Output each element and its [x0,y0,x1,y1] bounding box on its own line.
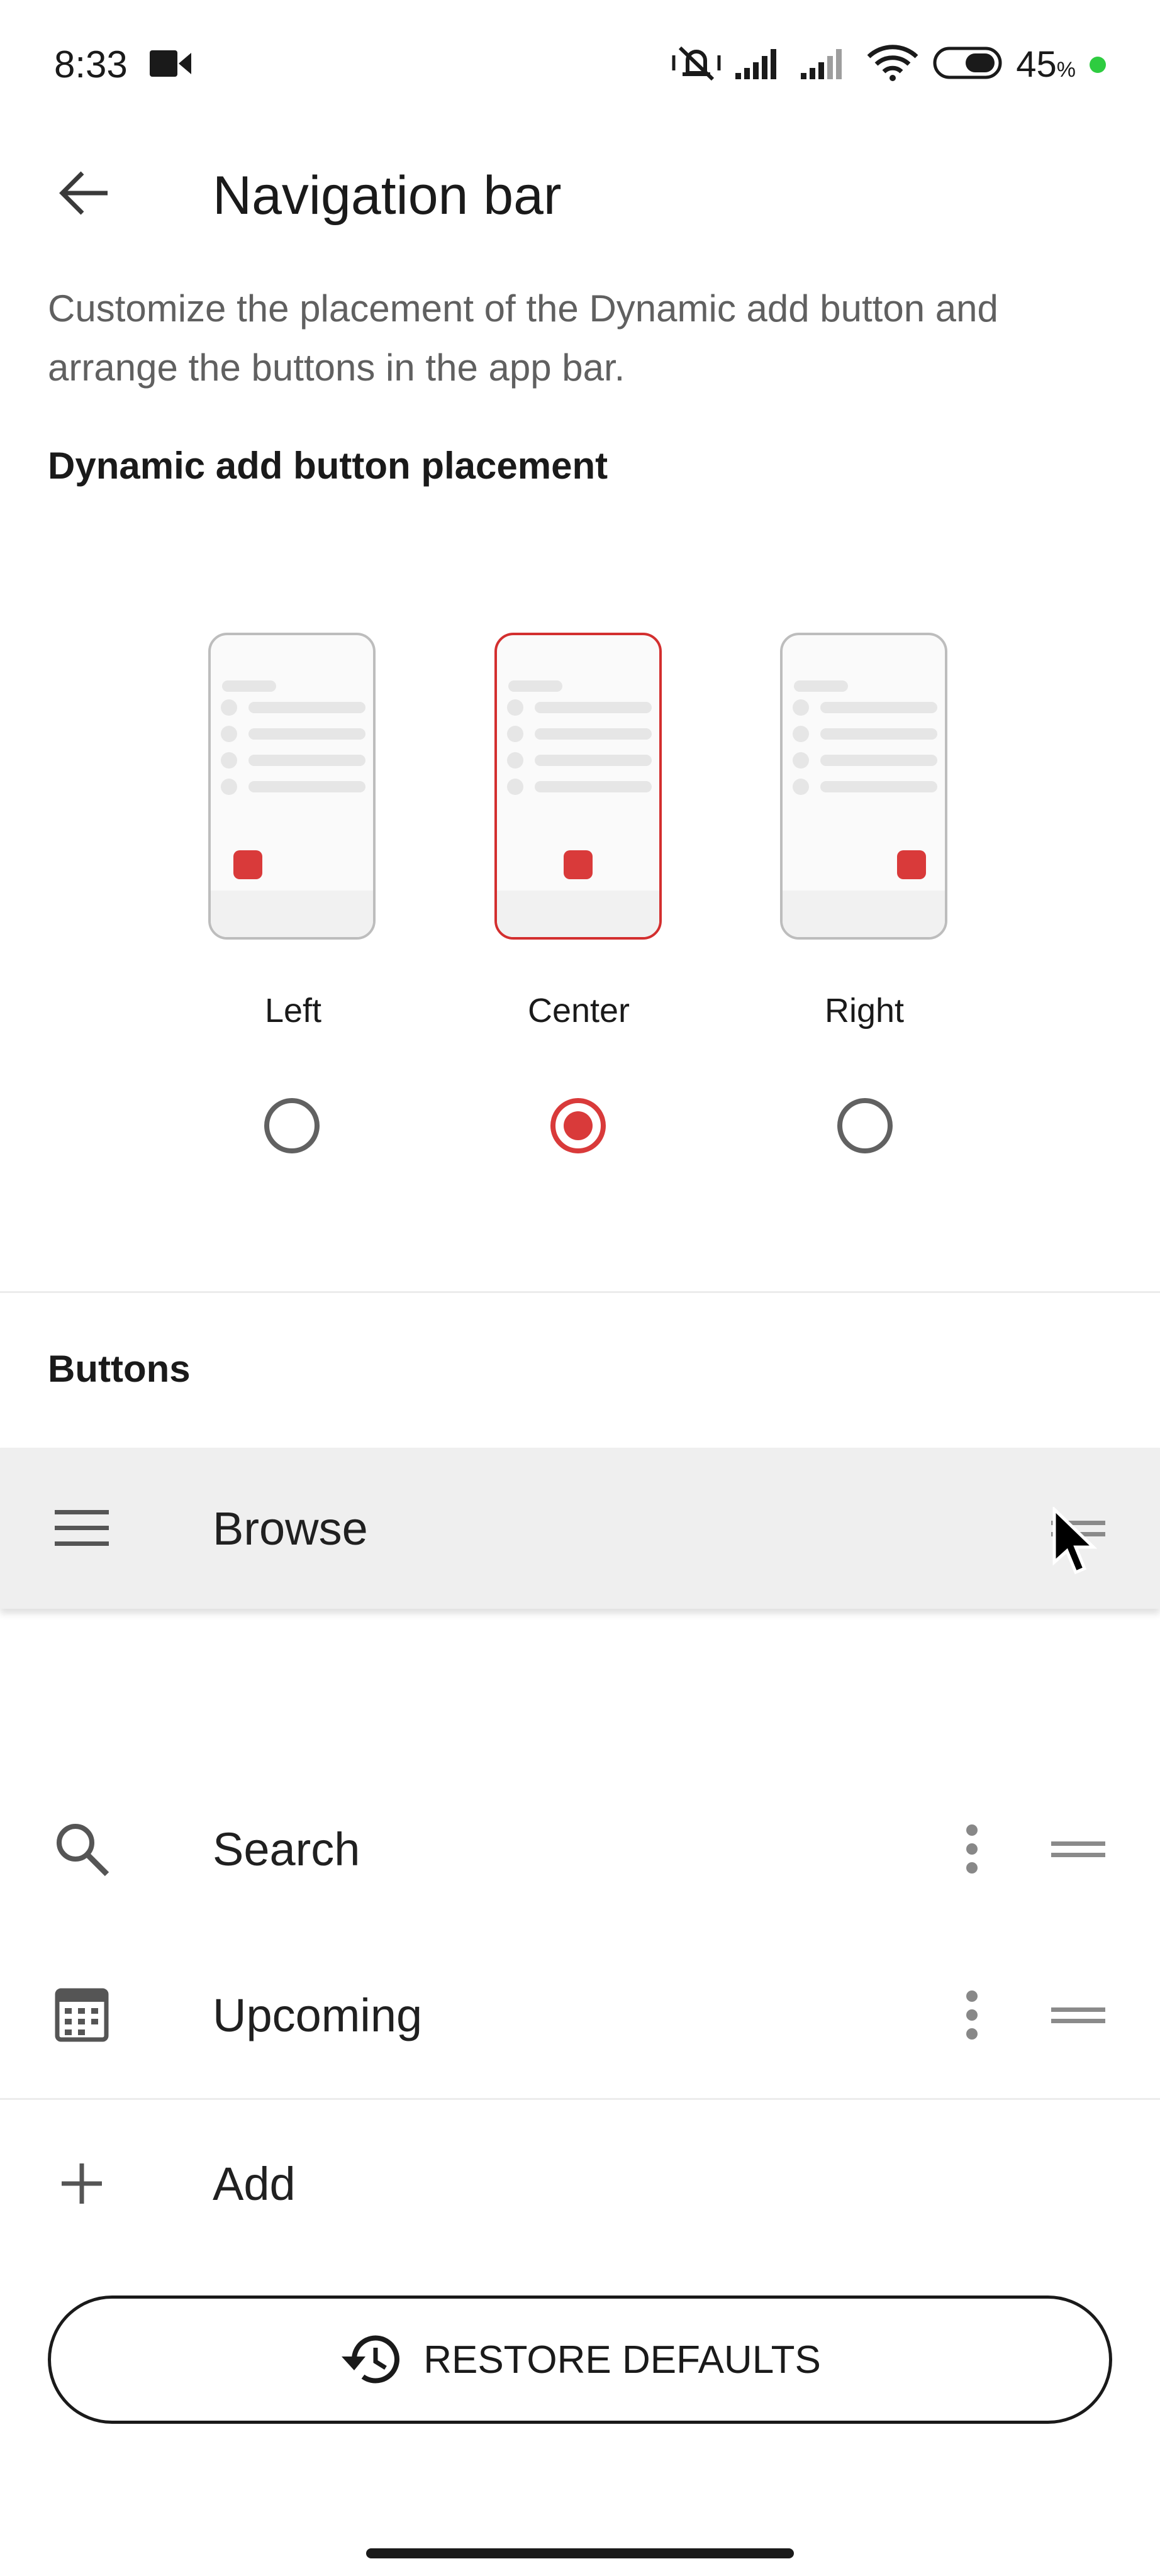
more-options-button[interactable] [944,1808,1000,1890]
placement-left-preview[interactable] [208,633,376,940]
placement-left-radio[interactable] [264,1098,320,1153]
page-description: Customize the placement of the Dynamic a… [48,287,998,389]
drag-handle-icon[interactable] [1048,1819,1108,1879]
add-button-row[interactable]: Add [0,2103,1160,2264]
placement-right-radio[interactable] [837,1098,893,1153]
placement-right-preview[interactable] [780,633,947,940]
video-camera-icon [150,48,191,82]
battery-percent: 45% [1016,44,1076,85]
plus-icon [52,2153,112,2214]
placement-center-radio[interactable] [550,1098,606,1153]
home-indicator[interactable] [366,2548,794,2558]
status-time: 8:33 [54,43,128,86]
button-row-upcoming[interactable]: Upcoming [0,1935,1160,2096]
wifi-icon [866,44,919,85]
button-row-label: Upcoming [213,1989,423,2041]
button-row-label: Browse [213,1502,368,1555]
restore-defaults-label: RESTORE DEFAULTS [423,2338,821,2382]
restore-defaults-button[interactable]: RESTORE DEFAULTS [48,2296,1112,2424]
section-divider [0,1291,1160,1293]
page-title: Navigation bar [213,165,562,226]
battery-icon [933,47,1002,82]
signal-icon-2 [801,45,852,84]
silent-icon [671,43,722,86]
placement-right-label: Right [824,992,905,1030]
mouse-cursor-icon [1052,1506,1102,1579]
back-button[interactable] [49,158,118,228]
buttons-section-title: Buttons [48,1348,191,1390]
placement-center-label: Center [527,992,630,1030]
more-vert-icon [966,1824,978,1874]
search-icon [52,1819,112,1879]
list-divider [0,2098,1160,2100]
button-row-label: Search [213,1823,360,1875]
signal-icon [735,45,787,84]
menu-icon [52,1498,112,1558]
drag-handle-icon[interactable] [1048,1985,1108,2045]
placement-left-label: Left [264,992,322,1030]
button-row-search[interactable]: Search [0,1768,1160,1929]
charging-dot-icon [1090,56,1106,73]
more-vert-icon [966,1990,978,2040]
button-row-browse[interactable]: Browse [0,1448,1160,1609]
add-label: Add [213,2158,296,2210]
arrow-left-icon [59,171,108,215]
placement-section-title: Dynamic add button placement [48,445,608,487]
calendar-icon [52,1985,112,2045]
placement-center-preview[interactable] [494,633,662,940]
history-icon [342,2335,400,2384]
status-icons: 45% [671,43,1106,86]
more-options-button[interactable] [944,1974,1000,2056]
